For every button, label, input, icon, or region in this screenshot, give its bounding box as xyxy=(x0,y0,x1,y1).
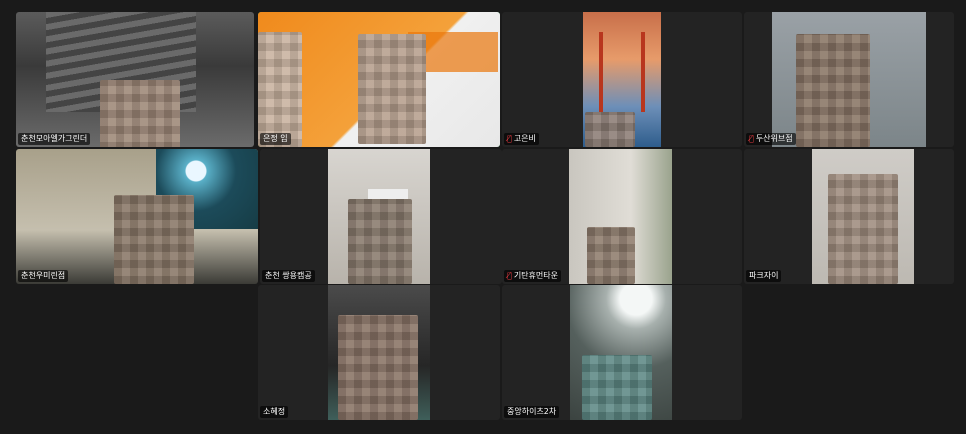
participant-video-image xyxy=(114,195,194,284)
video-feed xyxy=(570,285,672,420)
video-feed xyxy=(328,149,430,284)
participant-name: 중앙하이츠2차 xyxy=(507,407,557,416)
participant-video-image xyxy=(100,80,180,147)
video-feed xyxy=(772,12,926,147)
video-feed xyxy=(258,12,500,147)
video-feed xyxy=(16,149,258,284)
video-tile[interactable]: 춘천 쌍용캠공 xyxy=(260,149,502,284)
participant-name-tag: 춘천우미린점 xyxy=(18,270,69,282)
participant-name-tag: 중앙하이츠2차 xyxy=(504,406,560,418)
video-feed xyxy=(16,12,254,147)
participant-video-image xyxy=(338,315,418,420)
mic-muted-icon: 🎙̸ xyxy=(749,134,754,143)
video-feed xyxy=(812,149,914,284)
participant-video-image xyxy=(358,34,426,144)
participant-name: 고은비 xyxy=(513,134,536,143)
mic-muted-icon: 🎙̸ xyxy=(507,134,512,143)
participant-name: 파크자이 xyxy=(749,271,779,280)
video-tile-active-speaker[interactable]: 은정 임 xyxy=(258,12,500,147)
participant-video-image xyxy=(828,174,898,284)
participant-name: 소혜정 xyxy=(263,407,286,416)
participant-name-tag: 춘천모아엘가그린더 xyxy=(18,133,91,145)
video-tile[interactable]: 🎙̸ 두산위브점 xyxy=(744,12,954,147)
video-tile[interactable]: 🎙̸ 고은비 xyxy=(502,12,742,147)
participant-name: 두산위브점 xyxy=(755,134,793,143)
participant-name-tag: 소혜정 xyxy=(260,406,289,418)
video-tile[interactable]: 🎙̸ 기탄휴먼타운 xyxy=(502,149,742,284)
video-feed xyxy=(328,285,430,420)
participant-video-image xyxy=(582,355,652,420)
participant-video-image xyxy=(587,227,635,284)
video-tile[interactable]: 춘천모아엘가그린더 xyxy=(16,12,254,147)
video-tile[interactable]: 소혜정 xyxy=(258,285,500,420)
mic-muted-icon: 🎙̸ xyxy=(507,271,512,280)
participant-name-tag: 🎙̸ 고은비 xyxy=(504,133,539,145)
participant-name-tag: 은정 임 xyxy=(260,133,291,145)
participant-name: 은정 임 xyxy=(263,134,288,143)
video-tile[interactable]: 중앙하이츠2차 xyxy=(502,285,742,420)
background-person-image xyxy=(258,32,302,147)
participant-name-tag: 파크자이 xyxy=(746,270,782,282)
participant-name-tag: 춘천 쌍용캠공 xyxy=(262,270,315,282)
participant-name: 춘천모아엘가그린더 xyxy=(21,134,88,143)
participant-video-image xyxy=(796,34,870,147)
participant-video-image xyxy=(585,112,635,147)
participant-name-tag: 🎙̸ 두산위브점 xyxy=(746,133,796,145)
video-tile[interactable]: 파크자이 xyxy=(744,149,954,284)
video-tile[interactable]: 춘천우미린점 xyxy=(16,149,258,284)
participant-name: 기탄휴먼타운 xyxy=(513,271,558,280)
participant-name: 춘천 쌍용캠공 xyxy=(265,271,312,280)
participant-video-image xyxy=(348,199,412,284)
video-feed xyxy=(569,149,672,284)
participant-name: 춘천우미린점 xyxy=(21,271,66,280)
participant-name-tag: 🎙̸ 기탄휴먼타운 xyxy=(504,270,561,282)
video-feed xyxy=(583,12,661,147)
